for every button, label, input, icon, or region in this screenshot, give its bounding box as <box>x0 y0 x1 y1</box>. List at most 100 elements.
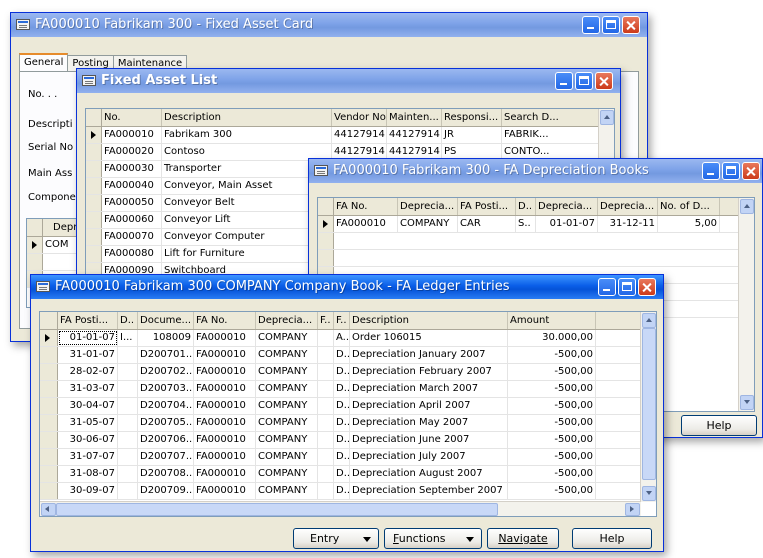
cell-amount[interactable]: -500,00 <box>508 381 596 397</box>
cell-document-type[interactable] <box>118 449 138 465</box>
table-row[interactable]: 30-04-07 D200704... FA000010 COMPANY D.. Depr… <box>40 398 656 415</box>
cell-fa-posting-category[interactable] <box>318 347 334 363</box>
column-header-no-of-depreciation-years[interactable]: No. of D... <box>658 198 720 215</box>
maximize-icon[interactable] <box>722 162 740 180</box>
ledger-title-bar[interactable]: FA000010 Fabrikam 300 COMPANY Company Bo… <box>31 275 663 299</box>
cell-fa-posting-category[interactable] <box>318 364 334 380</box>
cell-fa-no[interactable]: FA000010 <box>194 330 256 346</box>
entry-button[interactable]: Entry <box>293 528 379 549</box>
cell-amount[interactable]: -500,00 <box>508 398 596 414</box>
functions-button[interactable]: Functions <box>384 528 482 549</box>
cell-depreciation-method[interactable]: S.. <box>516 216 536 232</box>
column-header-document-no[interactable]: Docume... <box>138 312 194 329</box>
column-header-depreciation-book[interactable]: Deprecia... <box>256 312 318 329</box>
table-row[interactable]: 01-01-07 I... 108009 FA000010 COMPANY A.. Orde… <box>40 330 656 347</box>
close-icon[interactable] <box>622 16 640 34</box>
cell-fa-no[interactable]: FA000010 <box>194 381 256 397</box>
cell-depreciation-end[interactable]: 31-12-11 <box>598 216 658 232</box>
cell-description[interactable]: Depreciation March 2007 <box>350 381 508 397</box>
cell-vendor-no[interactable]: 44127914 <box>332 127 387 143</box>
cell-fa-posting-type[interactable]: D.. <box>334 483 350 499</box>
cell-description[interactable]: Depreciation July 2007 <box>350 449 508 465</box>
table-row[interactable]: FA000010 Fabrikam 300 44127914 44127914 JR FA… <box>86 127 614 144</box>
table-row[interactable]: 30-09-07 D200709... FA000010 COMPANY D.. Depr… <box>40 483 656 500</box>
vertical-scroll-thumb[interactable] <box>642 328 656 480</box>
cell-description[interactable]: Contoso <box>162 144 332 160</box>
maximize-icon[interactable] <box>575 72 593 90</box>
column-header-search-description[interactable]: Search D... <box>502 109 599 126</box>
help-button[interactable]: Help <box>572 528 652 549</box>
cell-fa-no[interactable]: FA000010 <box>194 466 256 482</box>
cell-description[interactable]: Depreciation January 2007 <box>350 347 508 363</box>
cell-depreciation-start[interactable]: 01-01-07 <box>536 216 598 232</box>
cell-no[interactable]: FA000020 <box>102 144 162 160</box>
cell-fa-no[interactable]: FA000010 <box>194 415 256 431</box>
column-header-maintenance[interactable]: Mainten... <box>387 109 442 126</box>
cell-fa-no[interactable]: FA000010 <box>334 216 398 232</box>
cell-description[interactable]: Conveyor Belt <box>162 195 332 211</box>
cell-description[interactable]: Conveyor Computer <box>162 229 332 245</box>
column-header-depreciation-end[interactable]: Deprecia... <box>598 198 658 215</box>
cell-fa-posting-date[interactable]: 28-02-07 <box>58 364 118 380</box>
cell-document-no[interactable]: D200708... <box>138 466 194 482</box>
cell-description[interactable]: Depreciation April 2007 <box>350 398 508 414</box>
column-header-depreciation-method[interactable]: D.. <box>516 198 536 215</box>
cell-description[interactable]: Lift for Furniture <box>162 246 332 262</box>
cell-amount[interactable]: -500,00 <box>508 483 596 499</box>
cell-fa-posting-date[interactable]: 31-07-07 <box>58 449 118 465</box>
fa-list-title-bar[interactable]: Fixed Asset List <box>77 69 620 93</box>
cell-amount[interactable]: -500,00 <box>508 415 596 431</box>
cell-fa-posting-category[interactable] <box>318 330 334 346</box>
table-row[interactable]: 30-06-07 D200706... FA000010 COMPANY D.. Depr… <box>40 432 656 449</box>
cell-document-type[interactable] <box>118 347 138 363</box>
column-header-fa-no[interactable]: FA No. <box>334 198 398 215</box>
column-header-description[interactable]: Description <box>350 312 508 329</box>
table-row[interactable]: FA000010 COMPANY CAR S.. 01-01-07 31-12-… <box>318 216 754 233</box>
cell-fa-no[interactable]: FA000010 <box>194 483 256 499</box>
cell-search-description[interactable]: FABRIK... <box>502 127 599 143</box>
cell-fa-posting-category[interactable] <box>318 432 334 448</box>
cell-depreciation-book[interactable]: COMPANY <box>256 483 318 499</box>
cell-depreciation-book[interactable]: COMPANY <box>256 330 318 346</box>
cell-fa-posting-date[interactable]: 31-01-07 <box>58 347 118 363</box>
cell-maintenance[interactable]: 44127914 <box>387 127 442 143</box>
cell-amount[interactable]: -500,00 <box>508 466 596 482</box>
cell-description[interactable]: Order 106015 <box>350 330 508 346</box>
tab-general[interactable]: General <box>19 53 69 72</box>
fa-ledger-entries-window[interactable]: FA000010 Fabrikam 300 COMPANY Company Bo… <box>30 274 664 552</box>
cell-no-of-depreciation-years[interactable]: 5,00 <box>658 216 720 232</box>
cell-fa-no[interactable]: FA000010 <box>194 364 256 380</box>
cell-document-no[interactable]: D200707... <box>138 449 194 465</box>
cell-document-no[interactable]: D200706... <box>138 432 194 448</box>
cell-fa-posting-type[interactable]: D.. <box>334 415 350 431</box>
depr-books-title-bar[interactable]: FA000010 Fabrikam 300 - FA Depreciation … <box>309 159 762 183</box>
table-row[interactable]: 31-03-07 D200703... FA000010 COMPANY D.. Depr… <box>40 381 656 398</box>
cell-fa-posting-date[interactable]: 01-01-07 <box>58 330 118 346</box>
column-header-depreciation-book[interactable]: Deprecia... <box>398 198 458 215</box>
cell-depreciation-book[interactable]: COMPANY <box>256 364 318 380</box>
cell-no[interactable]: FA000070 <box>102 229 162 245</box>
cell-amount[interactable]: -500,00 <box>508 347 596 363</box>
cell-fa-no[interactable]: FA000010 <box>194 347 256 363</box>
cell-fa-posting-date[interactable]: 31-05-07 <box>58 415 118 431</box>
cell-depreciation-book[interactable]: COMPANY <box>256 398 318 414</box>
cell-description[interactable]: Depreciation June 2007 <box>350 432 508 448</box>
column-header-amount[interactable]: Amount <box>508 312 596 329</box>
cell-document-no[interactable]: 108009 <box>138 330 194 346</box>
column-header-vendor-no[interactable]: Vendor No. <box>332 109 387 126</box>
close-icon[interactable] <box>595 72 613 90</box>
column-header-depreciation-start[interactable]: Deprecia... <box>536 198 598 215</box>
horizontal-scroll-thumb[interactable] <box>56 503 498 516</box>
cell-document-type[interactable] <box>118 364 138 380</box>
scroll-down-icon[interactable] <box>740 395 754 410</box>
cell-amount[interactable]: -500,00 <box>508 432 596 448</box>
minimize-icon[interactable] <box>582 16 600 34</box>
scroll-up-icon[interactable] <box>740 199 754 214</box>
table-row[interactable]: 31-05-07 D200705... FA000010 COMPANY D.. Depr… <box>40 415 656 432</box>
cell-fa-posting-type[interactable]: D.. <box>334 466 350 482</box>
cell-no[interactable]: FA000050 <box>102 195 162 211</box>
cell-document-type[interactable] <box>118 381 138 397</box>
depr-books-vertical-scrollbar[interactable] <box>738 198 754 411</box>
ledger-vertical-scrollbar[interactable] <box>640 312 656 502</box>
card-title-bar[interactable]: FA000010 Fabrikam 300 - Fixed Asset Card <box>11 13 647 37</box>
